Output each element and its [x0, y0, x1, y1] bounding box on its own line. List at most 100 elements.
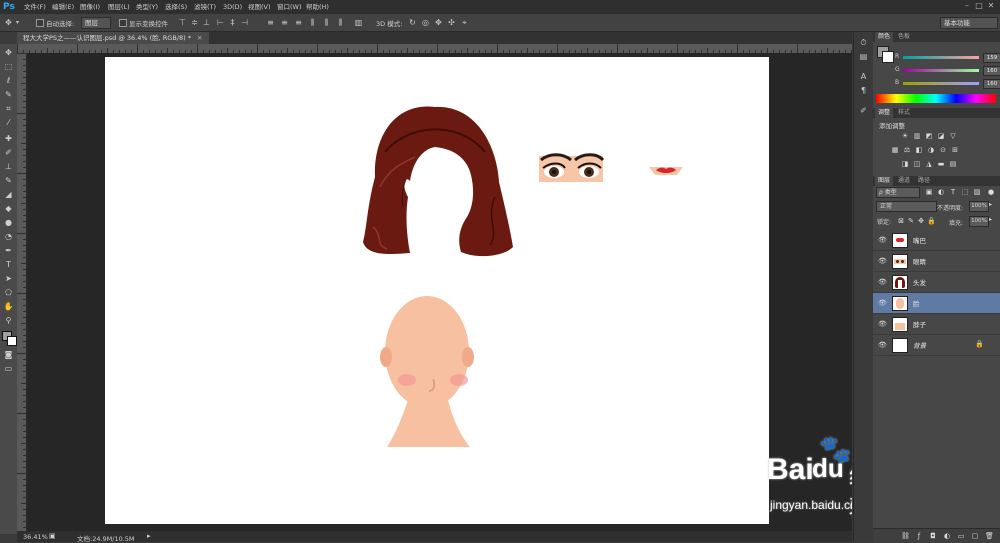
menu-filter[interactable]: 滤镜(T) [194, 2, 216, 12]
distribute-bottom-icon[interactable]: ≡ [294, 18, 303, 27]
status-menu-icon[interactable]: ▸ [147, 532, 151, 540]
layer-filter-select[interactable]: ρ 类型 [876, 187, 920, 198]
character-panel-icon[interactable]: A [859, 72, 868, 81]
posterize-icon[interactable]: ◫ [913, 160, 921, 168]
invert-icon[interactable]: ◨ [901, 160, 909, 168]
tab-color[interactable]: 颜色 [875, 32, 894, 42]
layer-name[interactable]: 嘴巴 [913, 235, 926, 245]
filter-toggle-icon[interactable]: ● [987, 188, 995, 196]
brush-panel-icon[interactable]: ✐ [859, 106, 868, 115]
menu-layer[interactable]: 图层(L) [108, 2, 130, 12]
show-transform-checkbox[interactable] [119, 19, 127, 27]
3d-pan-icon[interactable]: ✥ [434, 18, 443, 27]
healing-brush-tool-icon[interactable]: ✚ [3, 133, 14, 144]
filter-adjust-icon[interactable]: ◐ [937, 188, 945, 196]
red-slider-track[interactable] [903, 56, 979, 59]
menu-type[interactable]: 类型(Y) [136, 2, 158, 12]
lock-all-icon[interactable]: 🔒 [927, 217, 936, 225]
add-mask-icon[interactable]: ◘ [929, 532, 937, 540]
auto-select-target-select[interactable]: 图层 [81, 17, 111, 29]
paragraph-panel-icon[interactable]: ¶ [859, 86, 868, 95]
menu-view[interactable]: 视图(V) [248, 2, 271, 12]
move-tool-icon[interactable]: ✥ [4, 18, 13, 27]
menu-image[interactable]: 图像(I) [80, 2, 100, 12]
visibility-eye-icon[interactable]: 👁 [878, 236, 887, 244]
fill-input[interactable]: 100% [969, 216, 989, 227]
color-balance-icon[interactable]: ◧ [915, 146, 923, 154]
history-brush-tool-icon[interactable]: ✎ [3, 175, 14, 186]
new-layer-icon[interactable]: ▢ [971, 532, 979, 540]
eraser-tool-icon[interactable]: ◢ [3, 189, 14, 200]
eyedropper-tool-icon[interactable]: ⁄ [3, 117, 14, 128]
photo-filter-icon[interactable]: ⊙ [939, 146, 947, 154]
blue-slider[interactable]: B 160 [895, 79, 1000, 89]
blue-value[interactable]: 160 [983, 79, 1000, 89]
green-slider-track[interactable] [903, 69, 979, 72]
gradient-fill-icon[interactable]: ▤ [949, 160, 957, 168]
3d-rotate-icon[interactable]: ↻ [408, 18, 417, 27]
layer-row-hair[interactable]: 👁 头发 [873, 272, 1000, 293]
blue-slider-track[interactable] [903, 82, 979, 85]
layer-style-icon[interactable]: ƒ [915, 532, 923, 540]
3d-roll-icon[interactable]: ◎ [421, 18, 430, 27]
layer-row-background[interactable]: 👁 背景 🔒 [873, 335, 1000, 356]
menu-select[interactable]: 选择(S) [165, 2, 187, 12]
3d-scale-icon[interactable]: ⌖ [460, 18, 469, 27]
filter-pixel-icon[interactable]: ▣ [925, 188, 933, 196]
pen-tool-icon[interactable]: ✒ [3, 245, 14, 256]
layer-name[interactable]: 头发 [913, 277, 926, 287]
layer-name[interactable]: 背景 [913, 340, 926, 350]
align-vcenter-icon[interactable]: ≑ [190, 18, 199, 27]
crop-tool-icon[interactable]: ⌗ [3, 103, 14, 114]
close-tab-icon[interactable]: ✕ [197, 34, 202, 42]
layer-row-face[interactable]: 👁 脸 [873, 293, 1000, 314]
document-canvas[interactable] [105, 57, 769, 524]
red-value[interactable]: 159 [983, 53, 1000, 63]
filter-shape-icon[interactable]: ⬚ [961, 188, 969, 196]
align-left-icon[interactable]: ⊢ [216, 18, 225, 27]
selective-color-icon[interactable]: ▬ [937, 160, 945, 168]
status-preview-icon[interactable]: ▣ [49, 532, 56, 540]
clone-stamp-tool-icon[interactable]: ⊥ [3, 161, 14, 172]
align-top-icon[interactable]: ⊤ [178, 18, 187, 27]
background-color-swatch[interactable] [7, 336, 17, 346]
fill-dropdown-icon[interactable]: ▸ [989, 216, 992, 223]
close-icon[interactable]: ✕ [986, 1, 996, 11]
exposure-icon[interactable]: ◪ [937, 132, 945, 140]
menu-file[interactable]: 文件(F) [24, 2, 46, 12]
history-panel-icon[interactable]: ⏱ [859, 38, 868, 47]
distribute-left-icon[interactable]: ⫼ [308, 18, 317, 27]
tab-swatches[interactable]: 色板 [895, 32, 913, 42]
layer-row-eyes[interactable]: 👁 眼睛 [873, 251, 1000, 272]
3d-slide-icon[interactable]: ✣ [447, 18, 456, 27]
menu-edit[interactable]: 编辑(E) [52, 2, 74, 12]
canvas-area[interactable]: Bai 🐾 du 经验 jingyan.baidu.com [27, 53, 852, 531]
brightness-icon[interactable]: ☀ [901, 132, 909, 140]
tab-styles[interactable]: 样式 [895, 108, 913, 118]
tool-preset-dropdown-icon[interactable]: ▾ [13, 18, 22, 27]
visibility-eye-icon[interactable]: 👁 [878, 341, 887, 349]
distribute-hcenter-icon[interactable]: ⫼ [322, 18, 331, 27]
quick-select-tool-icon[interactable]: ✎ [3, 89, 14, 100]
screen-mode-icon[interactable]: ▭ [3, 363, 14, 374]
black-white-icon[interactable]: ◑ [927, 146, 935, 154]
visibility-eye-icon[interactable]: 👁 [878, 320, 887, 328]
opacity-input[interactable]: 100% [969, 201, 989, 212]
lock-pixels-icon[interactable]: ✎ [907, 217, 915, 225]
paint-bucket-tool-icon[interactable]: ◆ [3, 203, 14, 214]
new-group-icon[interactable]: ▭ [957, 532, 965, 540]
marquee-tool-icon[interactable]: ⬚ [3, 61, 14, 72]
curves-icon[interactable]: ◩ [925, 132, 933, 140]
filter-type-icon[interactable]: T [949, 188, 957, 196]
move-tool-icon[interactable]: ✥ [3, 47, 14, 58]
vibrance-icon[interactable]: ▦ [891, 146, 899, 154]
visibility-eye-icon[interactable]: 👁 [878, 299, 887, 307]
hand-tool-icon[interactable]: ✋ [3, 301, 14, 312]
lock-position-icon[interactable]: ✥ [917, 217, 925, 225]
layer-row-neck[interactable]: 👁 脖子 [873, 314, 1000, 335]
green-value[interactable]: 160 [983, 66, 1000, 76]
zoom-tool-icon[interactable]: ⚲ [3, 315, 14, 326]
quick-mask-icon[interactable]: ◙ [3, 349, 14, 360]
threshold-icon[interactable]: ◮ [925, 160, 933, 168]
tab-adjustments[interactable]: 调整 [875, 108, 894, 118]
